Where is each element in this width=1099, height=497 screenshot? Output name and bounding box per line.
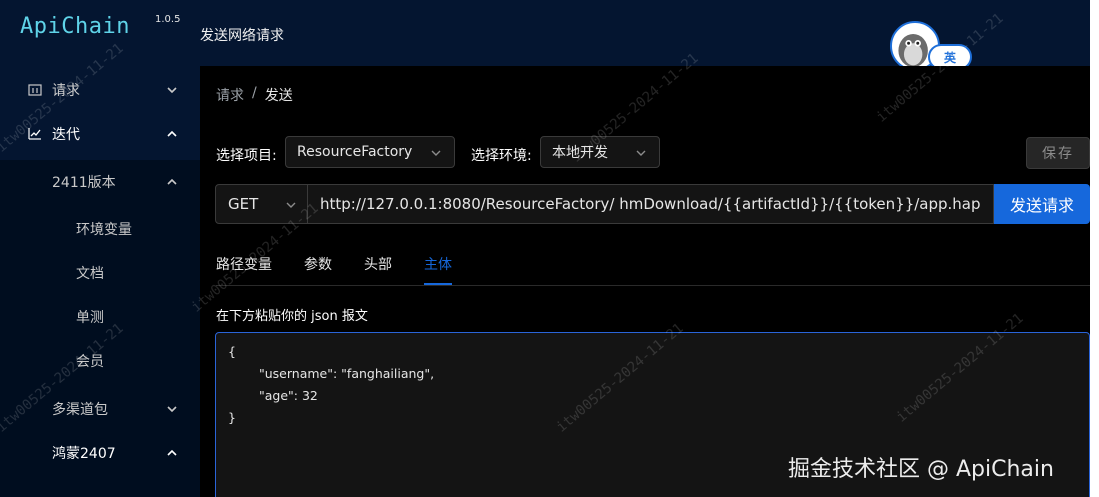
sidebar-item-env-vars[interactable]: 环境变量: [0, 207, 200, 251]
body-hint: 在下方粘贴你的 json 报文: [216, 309, 368, 324]
window-icon: [28, 84, 42, 96]
save-button[interactable]: 保存: [1026, 137, 1090, 169]
tab-path-vars[interactable]: 路径变量: [216, 254, 272, 274]
window-edge: [1090, 0, 1099, 497]
sidebar-item-label: 多渠道包: [52, 402, 108, 418]
sidebar-item-member[interactable]: 会员: [0, 339, 200, 383]
url-value: http://127.0.0.1:8080/ResourceFactory/ h…: [320, 195, 981, 213]
project-select[interactable]: ResourceFactory: [285, 136, 455, 168]
sidebar-item-iteration[interactable]: 迭代: [0, 112, 200, 156]
chevron-down-icon: [167, 87, 177, 94]
sidebar-item-version-2411[interactable]: 2411版本: [0, 160, 200, 204]
line-chart-icon: [28, 128, 41, 140]
env-select[interactable]: 本地开发: [540, 136, 660, 168]
code-line: "age": 32: [259, 388, 318, 403]
env-select-value: 本地开发: [552, 145, 608, 161]
sidebar-item-harmony-2407[interactable]: 鸿蒙2407: [0, 431, 200, 475]
chevron-down-icon: [167, 406, 177, 413]
breadcrumb-root[interactable]: 请求: [216, 85, 244, 105]
sidebar-item-label: 2411版本: [52, 175, 116, 191]
http-method-value: GET: [228, 195, 259, 213]
code-line: {: [228, 344, 236, 359]
brand-watermark: 掘金技术社区 @ ApiChain: [788, 457, 1054, 482]
tab-headers[interactable]: 头部: [364, 254, 392, 274]
project-select-value: ResourceFactory: [297, 144, 413, 160]
code-line: }: [228, 410, 236, 425]
sidebar-item-label: 迭代: [52, 127, 80, 143]
breadcrumb-separator: /: [252, 85, 257, 101]
sidebar-item-label: 环境变量: [76, 222, 132, 238]
chevron-down-icon: [636, 150, 646, 156]
sidebar-item-label: 会员: [76, 354, 104, 370]
chevron-down-icon: [431, 150, 441, 156]
main-content: 请求 / 发送 选择项目: ResourceFactory 选择环境: 本地开发…: [200, 66, 1090, 497]
page-title: 发送网络请求: [200, 28, 284, 44]
tab-body[interactable]: 主体: [424, 254, 452, 274]
chevron-down-icon: [286, 202, 296, 208]
url-input[interactable]: http://127.0.0.1:8080/ResourceFactory/ h…: [308, 184, 994, 224]
breadcrumb: 请求 / 发送: [216, 85, 293, 105]
code-line: "username": "fanghailiang",: [259, 366, 435, 381]
chevron-up-icon: [167, 178, 177, 185]
tab-params[interactable]: 参数: [304, 254, 332, 274]
request-tabs: 路径变量 参数 头部 主体: [216, 246, 1090, 286]
sidebar-item-docs[interactable]: 文档: [0, 251, 200, 295]
top-header: 发送网络请求 英: [200, 0, 1090, 71]
sidebar-item-label: 请求: [52, 83, 80, 99]
sidebar-item-multi-channel[interactable]: 多渠道包: [0, 387, 200, 431]
sidebar-item-unit-test[interactable]: 单测: [0, 295, 200, 339]
sidebar-item-label: 单测: [76, 310, 104, 326]
send-request-button[interactable]: 发送请求: [994, 184, 1090, 224]
project-label: 选择项目:: [216, 148, 277, 164]
sidebar-item-label: 鸿蒙2407: [52, 446, 116, 462]
sidebar-item-label: 文档: [76, 266, 104, 282]
chevron-up-icon: [167, 130, 177, 137]
active-tab-indicator: [424, 283, 452, 285]
app-version: 1.0.5: [155, 14, 181, 25]
chevron-up-icon: [167, 449, 177, 456]
app-logo: ApiChain: [20, 14, 130, 39]
sidebar-item-request[interactable]: 请求: [0, 68, 200, 112]
breadcrumb-current: 发送: [264, 88, 293, 104]
http-method-select[interactable]: GET: [215, 184, 308, 224]
env-label: 选择环境:: [471, 148, 532, 164]
sidebar: ApiChain 1.0.5 请求 迭代 2411版本 环境变量 文档 单测 会…: [0, 0, 200, 497]
